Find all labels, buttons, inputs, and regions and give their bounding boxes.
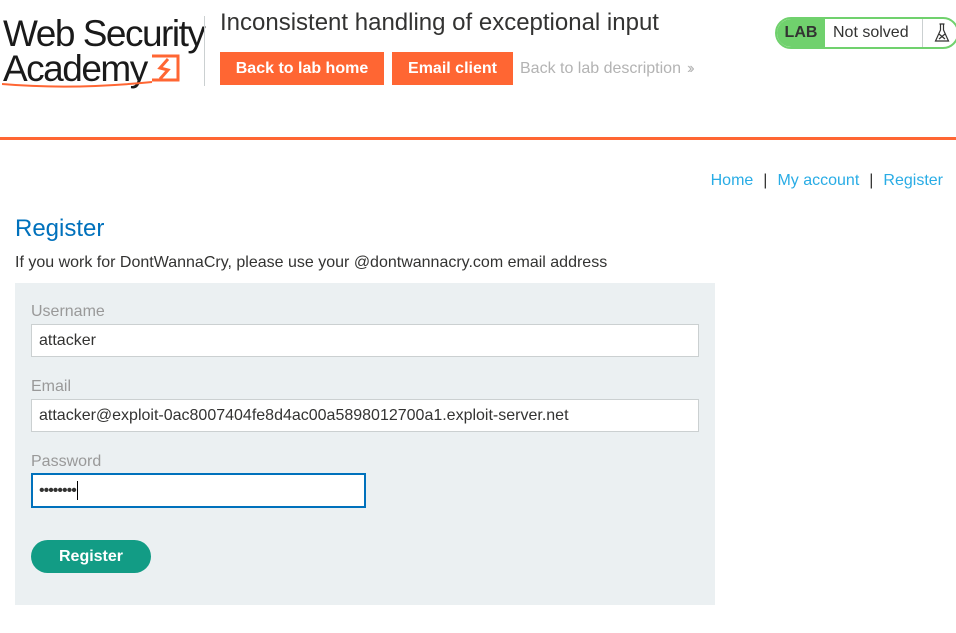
email-value: attacker@exploit-0ac8007404fe8d4ac00a589… [39,406,569,424]
nav-register-link[interactable]: Register [883,172,943,189]
lab-badge: LAB [777,19,825,47]
username-input[interactable]: attacker [31,324,699,357]
back-to-lab-description-label: Back to lab description [520,60,681,77]
nav-my-account-link[interactable]: My account [777,172,859,189]
email-label: Email [31,378,72,395]
top-navigation: Home | My account | Register [711,171,943,191]
register-submit-button[interactable]: Register [31,540,151,573]
header-divider [204,16,205,86]
password-label: Password [31,453,102,470]
page-title: Register [15,215,105,242]
web-security-academy-logo[interactable]: Web Security Academy [2,14,206,90]
site-header: Web Security Academy Inconsistent handli… [0,0,956,140]
double-chevron-right-icon: ›› [686,60,694,77]
lightning-bracket-icon [2,54,180,88]
nav-separator: | [869,172,874,189]
lab-title: Inconsistent handling of exceptional inp… [220,9,659,36]
back-to-lab-home-button[interactable]: Back to lab home [220,52,384,85]
password-input[interactable]: •••••••• [31,473,366,508]
register-form: Username attacker Email attacker@exploit… [15,283,715,605]
username-value: attacker [39,331,96,349]
username-label: Username [31,303,105,320]
nav-separator: | [763,172,768,189]
lab-status-widget: LAB Not solved [775,17,956,49]
flask-icon [934,23,949,42]
email-client-button[interactable]: Email client [392,52,513,85]
password-value: •••••••• [39,481,77,499]
flask-icon-cell [922,19,956,47]
text-caret [76,481,78,500]
back-to-lab-description-link[interactable]: Back to lab description ›› [520,59,694,79]
nav-home-link[interactable]: Home [711,172,754,189]
register-intro-text: If you work for DontWannaCry, please use… [15,254,608,271]
lab-status-text: Not solved [833,24,909,41]
email-input[interactable]: attacker@exploit-0ac8007404fe8d4ac00a589… [31,399,699,432]
